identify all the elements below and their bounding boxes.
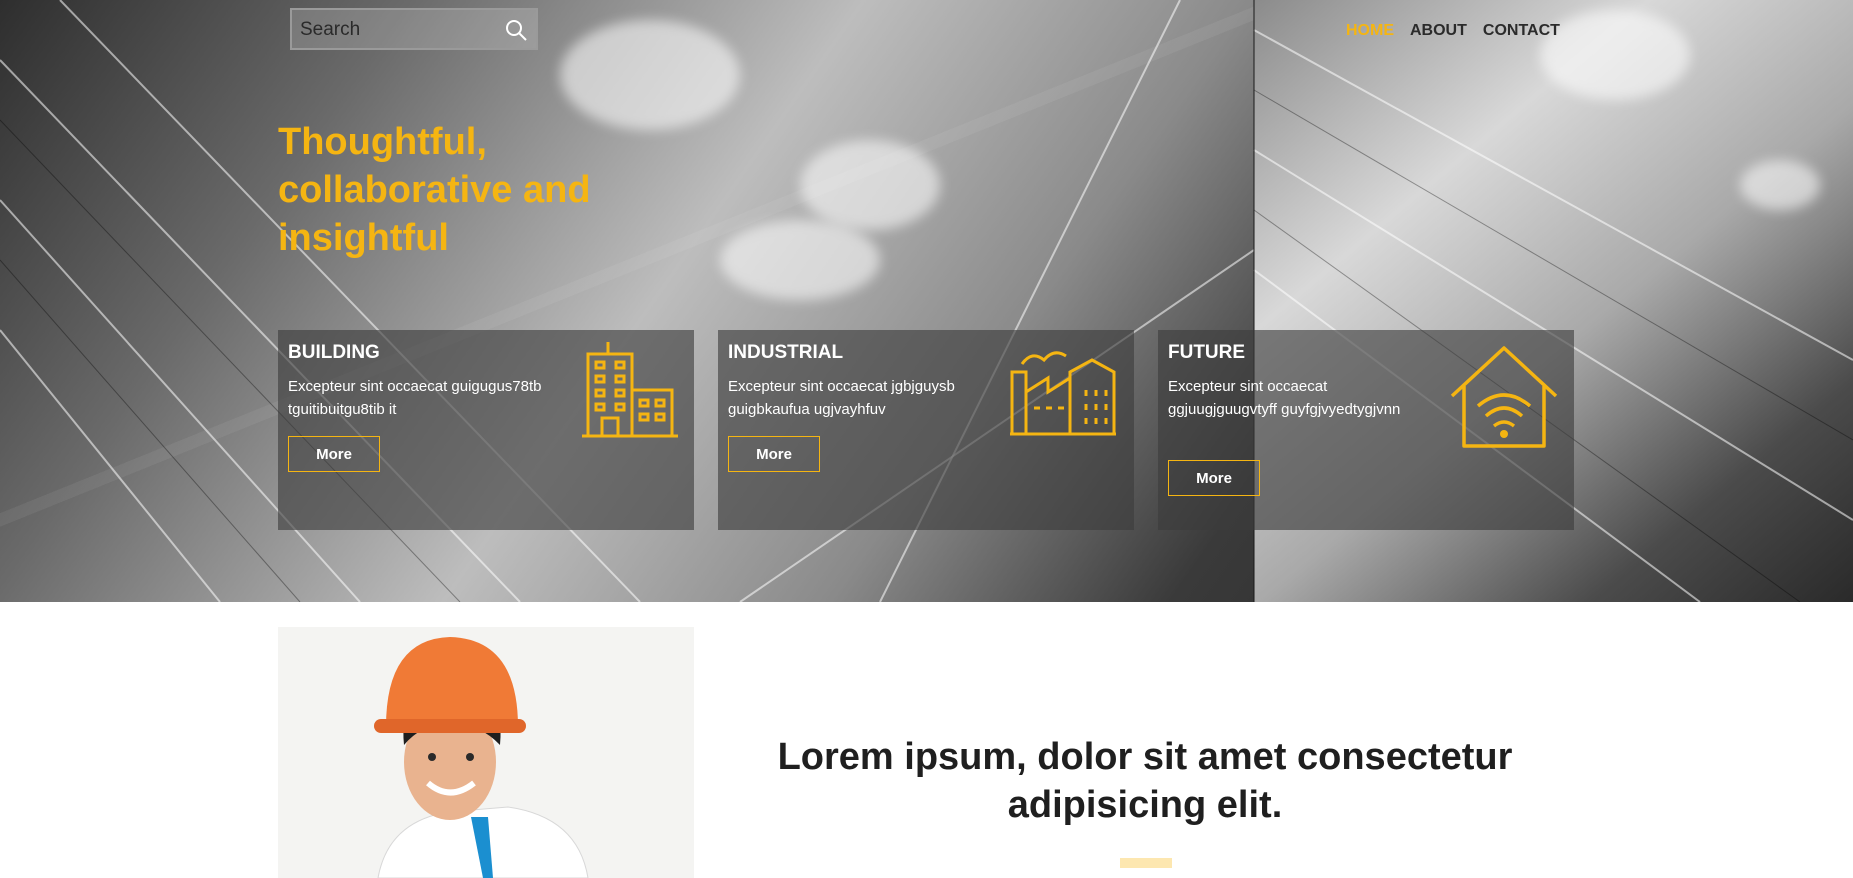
more-button[interactable]: More (288, 436, 380, 472)
building-icon (582, 342, 678, 438)
card-title: INDUSTRIAL (728, 342, 844, 363)
service-card-future: FUTURE Excepteur sint occaecat ggjuugjgu… (1158, 330, 1574, 530)
about-heading: Lorem ipsum, dolor sit amet consectetur … (777, 736, 1513, 826)
card-description: Excepteur sint occaecat ggjuugjguugvtyff… (1168, 378, 1401, 418)
card-description: Excepteur sint occaecat guigugus78tb tgu… (288, 378, 542, 418)
search-box (290, 8, 538, 50)
heading-accent-bar (1120, 858, 1172, 868)
service-card-industrial: INDUSTRIAL Excepteur sint occaecat jgbjg… (718, 330, 1134, 530)
more-button[interactable]: More (1168, 460, 1260, 496)
more-button[interactable]: More (728, 436, 820, 472)
card-description: Excepteur sint occaecat jgbjguysb guigbk… (728, 378, 955, 418)
nav-home[interactable]: HOME (1346, 22, 1394, 40)
nav-about[interactable]: ABOUT (1410, 22, 1467, 40)
card-title: FUTURE (1168, 342, 1246, 363)
search-icon[interactable] (504, 18, 528, 42)
engineer-photo (278, 627, 694, 878)
main-nav: HOME ABOUT CONTACT (1346, 22, 1560, 40)
card-title: BUILDING (288, 342, 380, 363)
engineer-illustration (374, 637, 589, 878)
search-input[interactable] (292, 10, 502, 50)
hero-headline: Thoughtful, collaborative and insightful (278, 121, 591, 259)
nav-contact[interactable]: CONTACT (1483, 22, 1560, 40)
factory-icon (1010, 351, 1116, 436)
service-card-building: BUILDING Excepteur sint occaecat guigugu… (278, 330, 694, 530)
smart-home-wifi-icon (1450, 346, 1558, 448)
